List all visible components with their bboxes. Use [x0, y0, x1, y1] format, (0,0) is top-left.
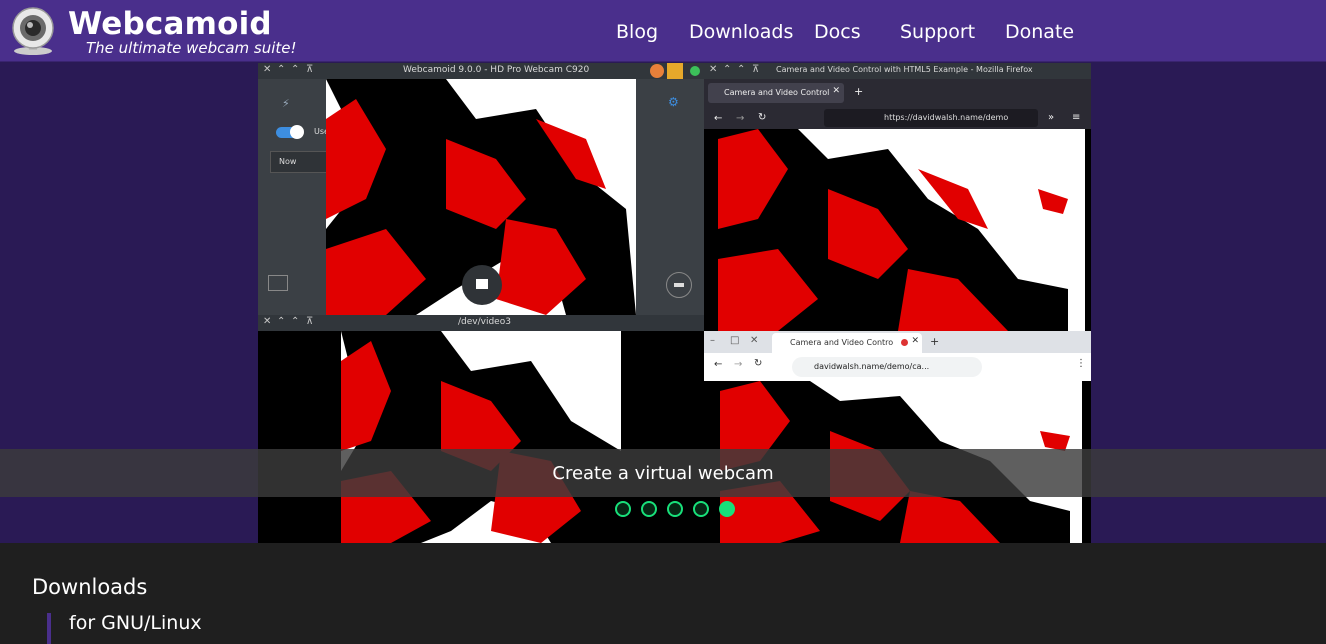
webcam-logo-icon[interactable] — [8, 6, 58, 56]
new-tab-icon[interactable]: + — [854, 85, 863, 98]
chevron-up-icon[interactable]: ⌃ — [291, 64, 299, 75]
firefox-video — [718, 129, 1085, 331]
chrome-tab-label: Camera and Video Contro — [790, 338, 894, 347]
chevron-up-icon[interactable]: ⌃ — [277, 64, 285, 75]
status-icon — [690, 66, 700, 76]
chrome-tab[interactable]: Camera and Video Contro ✕ — [772, 333, 922, 353]
firefox-titlebar: ✕ ⌃ ⌃ ⊼ Camera and Video Control with HT… — [704, 63, 1091, 79]
wand-icon[interactable]: ⚡ — [282, 97, 290, 110]
slide-dot-3[interactable] — [667, 501, 683, 517]
chevron-up-icon[interactable]: ⌃ — [277, 316, 285, 327]
maximize-icon[interactable]: ⊼ — [306, 64, 313, 75]
app-window-title: Webcamoid 9.0.0 - HD Pro Webcam C920 — [403, 65, 590, 75]
firefox-url-bar[interactable]: https://davidwalsh.name/demo — [824, 109, 1038, 127]
firefox-toolbar: Camera and Video Control ✕ + ← → ↻ https… — [704, 79, 1091, 129]
close-icon[interactable]: ✕ — [263, 64, 271, 75]
firefox-url-text: https://davidwalsh.name/demo — [884, 113, 1009, 122]
site-tagline: The ultimate webcam suite! — [86, 39, 297, 57]
firefox-window-title: Camera and Video Control with HTML5 Exam… — [776, 65, 1033, 74]
gallery-icon[interactable] — [268, 275, 288, 291]
nav-blog[interactable]: Blog — [616, 21, 658, 43]
reload-icon[interactable]: ↻ — [754, 358, 762, 369]
chrome-url-bar[interactable]: davidwalsh.name/demo/ca... — [792, 357, 982, 377]
record-icon — [674, 283, 684, 287]
camera-tray-icon — [667, 63, 683, 79]
v4l-titlebar: ✕ ⌃ ⌃ ⊼ /dev/video3 — [258, 315, 704, 331]
hero-slideshow: ✕ ⌃ ⌃ ⊼ Webcamoid 9.0.0 - HD Pro Webcam … — [0, 63, 1326, 543]
firefox-tab[interactable]: Camera and Video Control ✕ — [708, 83, 844, 103]
camera-icon — [476, 279, 488, 289]
slide-dot-1[interactable] — [615, 501, 631, 517]
overflow-icon[interactable]: » — [1048, 112, 1054, 123]
menu-icon[interactable]: ⋮ — [1076, 358, 1086, 369]
reload-icon[interactable]: ↻ — [758, 112, 766, 123]
close-tab-icon[interactable]: ✕ — [911, 336, 919, 346]
close-icon[interactable]: ✕ — [263, 316, 271, 327]
forward-icon[interactable]: → — [736, 113, 744, 124]
back-icon[interactable]: ← — [714, 359, 722, 370]
site-header: Webcamoid The ultimate webcam suite! Blo… — [0, 0, 1326, 62]
platform-heading: for GNU/Linux — [69, 612, 202, 634]
wolf-image — [341, 331, 621, 543]
webcam-preview — [326, 79, 636, 315]
firefox-tab-label: Camera and Video Control — [724, 88, 830, 97]
downloads-heading: Downloads — [32, 575, 148, 599]
nav-docs[interactable]: Docs — [814, 21, 861, 43]
chrome-nav-row: ← → ↻ davidwalsh.name/demo/ca... ⋮ — [704, 353, 1091, 381]
site-brand[interactable]: Webcamoid — [68, 6, 272, 42]
chevron-up-icon[interactable]: ⌃ — [723, 64, 731, 75]
chrome-toolbar: – □ ✕ Camera and Video Contro ✕ + ← → ↻ … — [704, 331, 1091, 381]
chrome-url-text: davidwalsh.name/demo/ca... — [814, 362, 930, 371]
chevron-up-icon[interactable]: ⌃ — [291, 316, 299, 327]
minimize-icon[interactable]: – — [710, 335, 715, 346]
nav-support[interactable]: Support — [900, 21, 975, 43]
nav-downloads[interactable]: Downloads — [689, 21, 793, 43]
toggle-knob — [290, 125, 304, 139]
close-tab-icon[interactable]: ✕ — [832, 86, 840, 96]
chevron-up-icon[interactable]: ⌃ — [737, 64, 745, 75]
wolf-image — [718, 129, 1085, 331]
platform-accent-bar — [47, 613, 51, 644]
nav-donate[interactable]: Donate — [1005, 21, 1074, 43]
app-titlebar: ✕ ⌃ ⌃ ⊼ Webcamoid 9.0.0 - HD Pro Webcam … — [258, 63, 704, 79]
slide-caption: Create a virtual webcam — [552, 463, 774, 484]
slide-dot-5[interactable] — [719, 501, 735, 517]
back-icon[interactable]: ← — [714, 113, 722, 124]
downloads-section: Downloads for GNU/Linux — [0, 543, 1326, 644]
new-tab-icon[interactable]: + — [930, 335, 939, 348]
gear-icon[interactable]: ⚙ — [668, 95, 679, 109]
close-icon[interactable]: ✕ — [709, 64, 717, 75]
menu-icon[interactable]: ≡ — [1072, 112, 1080, 123]
slide-dot-4[interactable] — [693, 501, 709, 517]
v4l-preview — [341, 331, 621, 543]
close-icon[interactable]: ✕ — [750, 335, 758, 346]
slide-dot-2[interactable] — [641, 501, 657, 517]
capture-mode-value: Now — [279, 157, 297, 166]
maximize-icon[interactable]: ⊼ — [752, 64, 759, 75]
v4l-window-title: /dev/video3 — [458, 317, 511, 327]
maximize-icon[interactable]: ⊼ — [306, 316, 313, 327]
maximize-icon[interactable]: □ — [730, 335, 739, 346]
firefox-icon — [650, 64, 664, 78]
forward-icon[interactable]: → — [734, 359, 742, 370]
recording-icon — [901, 339, 908, 346]
